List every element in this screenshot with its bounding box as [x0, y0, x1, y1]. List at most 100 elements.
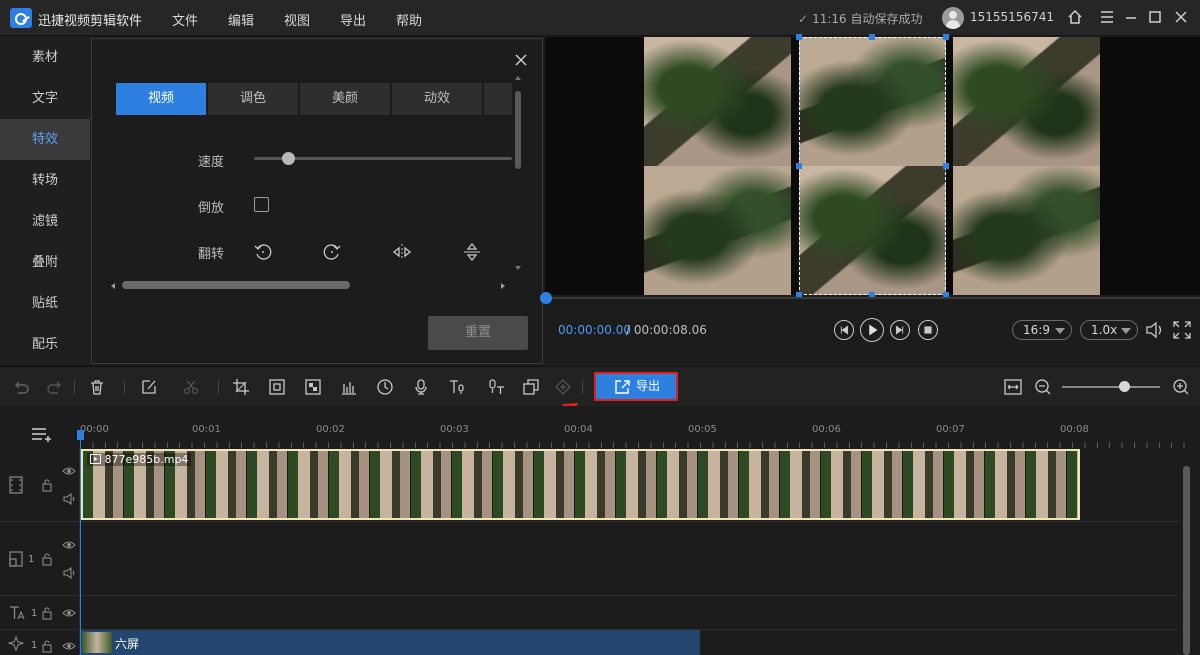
layers-icon[interactable]	[522, 378, 540, 396]
menu-view[interactable]: 视图	[284, 10, 310, 29]
scroll-up-icon[interactable]	[514, 75, 522, 81]
fit-timeline-icon[interactable]	[1003, 378, 1023, 396]
sidebar-item-effects[interactable]: 特效	[0, 119, 90, 160]
fullscreen-icon[interactable]	[1172, 320, 1192, 340]
delete-icon[interactable]	[88, 378, 106, 396]
selection-box[interactable]	[799, 37, 946, 295]
timeline-ruler[interactable]: 00:00 00:01 00:02 00:03 00:04 00:05 00:0…	[80, 420, 1190, 448]
split-icon[interactable]	[182, 378, 200, 396]
sidebar-item-music[interactable]: 配乐	[0, 324, 90, 365]
panel-vertical-scrollbar[interactable]	[513, 75, 523, 275]
resize-handle[interactable]	[796, 34, 802, 40]
lock-icon[interactable]	[40, 639, 54, 653]
playback-speed-select[interactable]: 1.0x	[1080, 320, 1138, 340]
audio-bars-icon[interactable]	[340, 378, 358, 396]
reverse-checkbox[interactable]	[254, 197, 269, 212]
previous-frame-icon[interactable]	[834, 320, 854, 340]
add-track-icon[interactable]	[30, 425, 54, 443]
menu-help[interactable]: 帮助	[396, 10, 422, 29]
pip-track[interactable]	[80, 522, 1178, 596]
resize-handle[interactable]	[943, 163, 949, 169]
maximize-icon[interactable]	[1146, 8, 1164, 26]
playhead[interactable]	[80, 436, 81, 655]
tab-color[interactable]: 调色	[208, 83, 298, 115]
edit-icon[interactable]	[140, 378, 158, 396]
tab-beauty[interactable]: 美颜	[300, 83, 390, 115]
rotate-left-icon[interactable]	[252, 241, 274, 263]
zoom-out-icon[interactable]	[1034, 378, 1052, 396]
rotate-right-icon[interactable]	[321, 241, 343, 263]
speed-slider-thumb[interactable]	[281, 152, 295, 165]
lock-icon[interactable]	[40, 552, 54, 566]
video-preview[interactable]	[545, 34, 1200, 298]
panel-vscroll-thumb[interactable]	[515, 91, 521, 169]
playback-progress-thumb[interactable]	[540, 292, 552, 304]
sidebar-item-filters[interactable]: 滤镜	[0, 201, 90, 242]
timeline-vscroll-thumb[interactable]	[1183, 466, 1190, 655]
play-icon[interactable]	[860, 318, 884, 342]
scroll-right-icon[interactable]	[500, 282, 506, 290]
home-icon[interactable]	[1066, 8, 1084, 26]
timeline-vertical-scrollbar[interactable]	[1182, 462, 1191, 655]
speech-to-text-icon[interactable]	[488, 378, 506, 396]
panel-horizontal-scrollbar[interactable]	[108, 279, 512, 291]
tab-video[interactable]: 视频	[116, 83, 206, 115]
sidebar-item-overlay[interactable]: 叠附	[0, 242, 90, 283]
hamburger-menu-icon[interactable]	[1098, 8, 1116, 26]
next-frame-icon[interactable]	[890, 320, 910, 340]
minimize-icon[interactable]	[1122, 8, 1140, 26]
stop-icon[interactable]	[918, 320, 938, 340]
resize-handle[interactable]	[796, 163, 802, 169]
video-clip[interactable]: 877e985b.mp4	[81, 449, 1080, 520]
sidebar-item-stickers[interactable]: 贴纸	[0, 283, 90, 324]
scroll-left-icon[interactable]	[110, 282, 116, 290]
menu-export[interactable]: 导出	[340, 10, 366, 29]
eye-icon[interactable]	[62, 538, 76, 552]
redo-icon[interactable]	[46, 378, 64, 396]
menu-file[interactable]: 文件	[172, 10, 198, 29]
zoom-in-icon[interactable]	[1172, 378, 1190, 396]
eye-icon[interactable]	[62, 606, 76, 620]
sidebar-item-transitions[interactable]: 转场	[0, 160, 90, 201]
eye-icon[interactable]	[62, 464, 76, 478]
microphone-icon[interactable]	[412, 378, 430, 396]
sidebar-item-text[interactable]: 文字	[0, 78, 90, 119]
flip-horizontal-icon[interactable]	[391, 241, 413, 263]
reset-button[interactable]: 重置	[428, 316, 528, 350]
text-track[interactable]	[80, 596, 1178, 630]
resize-handle[interactable]	[943, 34, 949, 40]
speaker-icon[interactable]	[62, 492, 76, 506]
lock-icon[interactable]	[40, 478, 54, 492]
menu-edit[interactable]: 编辑	[228, 10, 254, 29]
timeline-zoom-track[interactable]	[1062, 386, 1160, 388]
keyframe-icon[interactable]	[554, 378, 572, 396]
tab-motion[interactable]: 动效	[392, 83, 482, 115]
volume-icon[interactable]	[1144, 320, 1166, 340]
speaker-icon[interactable]	[62, 566, 76, 580]
resize-handle[interactable]	[869, 34, 875, 40]
tab-more[interactable]: 编	[484, 83, 512, 115]
effect-clip[interactable]: 六屏	[81, 630, 700, 655]
resize-icon[interactable]	[268, 378, 286, 396]
avatar[interactable]	[942, 7, 964, 29]
mosaic-icon[interactable]	[304, 378, 322, 396]
user-account[interactable]: 15155156741	[970, 10, 1054, 24]
timeline-zoom-thumb[interactable]	[1119, 381, 1130, 392]
text-to-speech-icon[interactable]	[448, 378, 466, 396]
ruler-label: 00:01	[192, 424, 221, 435]
panel-hscroll-thumb[interactable]	[122, 281, 350, 289]
flip-vertical-icon[interactable]	[461, 241, 483, 263]
aspect-ratio-select[interactable]: 16:9	[1012, 320, 1072, 340]
sidebar-item-material[interactable]: 素材	[0, 37, 90, 78]
scroll-down-icon[interactable]	[514, 265, 522, 271]
export-button[interactable]: 导出	[594, 372, 678, 401]
panel-close-icon[interactable]	[514, 53, 528, 67]
undo-icon[interactable]	[12, 378, 30, 396]
eye-icon[interactable]	[62, 639, 76, 653]
close-icon[interactable]	[1172, 8, 1190, 26]
playback-progress-track[interactable]	[545, 297, 1200, 299]
clock-icon[interactable]	[376, 378, 394, 396]
current-time: 00:00:00.00	[558, 323, 631, 337]
lock-icon[interactable]	[40, 606, 54, 620]
crop-icon[interactable]	[232, 378, 250, 396]
